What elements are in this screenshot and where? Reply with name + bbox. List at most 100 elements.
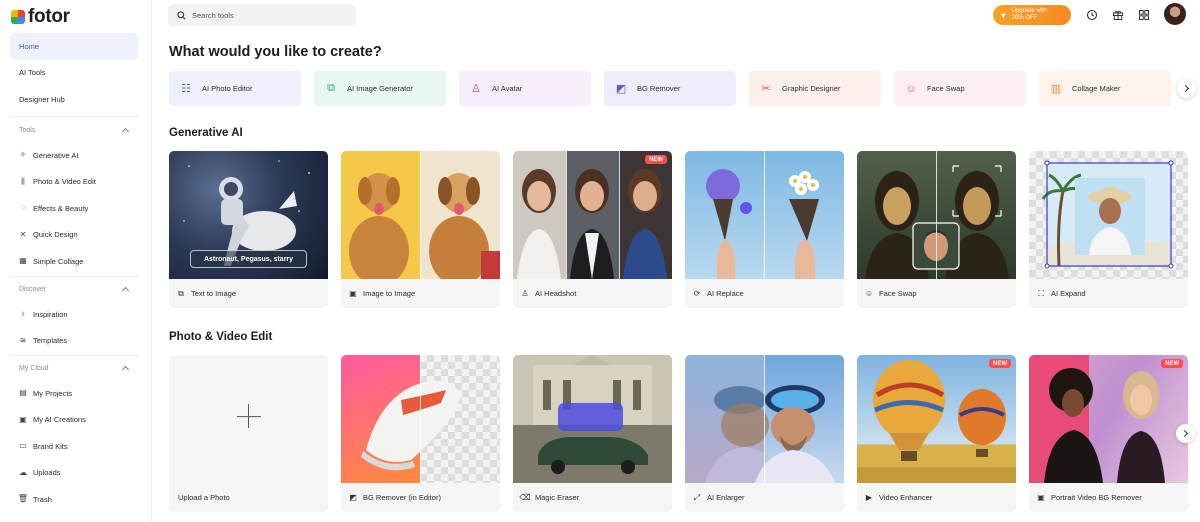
card-label: ◩ BG Remover (in Editor): [341, 483, 500, 512]
sidebar-item-label: My Projects: [33, 388, 73, 398]
avatar[interactable]: [1164, 3, 1186, 25]
sidebar-item-uploads[interactable]: ☁ Uploads: [10, 460, 138, 487]
collage-icon: ▥: [1050, 83, 1062, 95]
thumbnail-expand: [1029, 151, 1188, 279]
card-label-text: AI Enlarger: [707, 493, 745, 502]
upgrade-line-2: 20% OFF: [1011, 15, 1038, 21]
new-badge: NEW: [1161, 359, 1183, 368]
card-text-to-image[interactable]: Astronaut, Pegasus, starry ⧉ Text to Imag…: [169, 151, 328, 308]
card-label: ▣ Portrait Video BG Remover: [1029, 483, 1188, 512]
split-line: [619, 151, 620, 279]
card-ai-expand[interactable]: ⛶ AI Expand: [1029, 151, 1188, 308]
card-bg-remover-editor[interactable]: ◩ BG Remover (in Editor): [341, 355, 500, 512]
card-label-text: Text to Image: [191, 289, 237, 298]
split-line: [936, 151, 937, 279]
sidebar: fotor Home AI Tools Designer Hub Tools ✧…: [0, 0, 152, 522]
chevron-up-icon: [121, 286, 130, 295]
upgrade-button[interactable]: ♥ Upgrade with 20% OFF: [993, 5, 1071, 25]
fotor-logo[interactable]: fotor: [11, 6, 70, 28]
card-label-text: Magic Eraser: [535, 493, 580, 502]
card-video-enhancer[interactable]: NEW ▶ Video Enhancer: [857, 355, 1016, 512]
card-label-text: Upload a Photo: [178, 493, 230, 502]
sidebar-item-label: Photo & Video Edit: [33, 177, 96, 187]
search-input[interactable]: [192, 10, 342, 20]
card-label-text: Face Swap: [879, 289, 917, 298]
trash-icon: 🗑: [17, 494, 29, 504]
sidebar-item-trash[interactable]: 🗑 Trash: [10, 486, 138, 513]
face-swap-icon: ☺: [864, 289, 874, 298]
sidebar-item-my-ai-creations[interactable]: ▣ My AI Creations: [10, 407, 138, 434]
tools-next-arrow[interactable]: [1177, 79, 1196, 98]
nav-item-designer-hub[interactable]: Designer Hub: [10, 86, 138, 113]
upgrade-line-1: Upgrade with: [1011, 8, 1048, 14]
layers-icon: ≋: [19, 335, 27, 345]
logo-mark-icon: [11, 10, 25, 24]
history-icon[interactable]: [1085, 8, 1098, 21]
upgrade-text: Upgrade with 20% OFF: [1012, 8, 1047, 22]
card-label: ☺ Face Swap: [857, 279, 1016, 308]
upload-area: [169, 355, 328, 483]
apps-grid-icon[interactable]: [1137, 8, 1150, 21]
sidebar-item-my-projects[interactable]: ▤ My Projects: [10, 380, 138, 407]
card-ai-headshot[interactable]: NEW ♙ AI Headshot: [513, 151, 672, 308]
tool-ai-image-generator[interactable]: ⧉ AI Image Generator: [314, 71, 446, 106]
cloud-section-header[interactable]: My Cloud: [10, 356, 138, 380]
sidebar-item-quick-design[interactable]: ✕ Quick Design: [10, 222, 138, 249]
thumbnail-ice-cream: [685, 151, 844, 279]
thumbnail-mona-lisa: [857, 151, 1016, 279]
tools-section-header[interactable]: Tools: [10, 118, 138, 142]
card-upload-photo[interactable]: Upload a Photo: [169, 355, 328, 512]
sidebar-item-effects-beauty[interactable]: ◌ Effects & Beauty: [10, 195, 138, 222]
chevron-right-icon: [1180, 429, 1189, 438]
sidebar-item-photo-video-edit[interactable]: ⫼ Photo & Video Edit: [10, 169, 138, 196]
card-portrait-video-bg-remover[interactable]: NEW ▣ Portrait Video BG Remover: [1029, 355, 1188, 512]
discover-section-header[interactable]: Discover: [10, 277, 138, 301]
image-generator-icon: ⧉: [327, 82, 335, 94]
sidebar-item-brand-kits[interactable]: ▭ Brand Kits: [10, 433, 138, 460]
photo-cards: Upload a Photo ◩ BG Remover (in Editor): [169, 355, 1188, 512]
portrait-video-icon: ▣: [1037, 493, 1045, 502]
card-label: ⟳ AI Replace: [685, 279, 844, 308]
thumbnail-headshots: NEW: [513, 151, 672, 279]
tool-graphic-designer[interactable]: ✂ Graphic Designer: [749, 71, 881, 106]
card-label: ⌫ Magic Eraser: [513, 483, 672, 512]
sidebar-item-generative-ai[interactable]: ✧ Generative AI: [10, 142, 138, 169]
sidebar-item-inspiration[interactable]: ♁ Inspiration: [10, 301, 138, 328]
card-label-text: AI Headshot: [535, 289, 577, 298]
design-icon: ✕: [19, 229, 27, 239]
card-label: ⤢ AI Enlarger: [685, 483, 844, 512]
section-title-generative-ai: Generative AI: [169, 127, 243, 139]
tool-collage-maker[interactable]: ▥ Collage Maker: [1039, 71, 1171, 106]
card-ai-enlarger[interactable]: ⤢ AI Enlarger: [685, 355, 844, 512]
nav-item-home[interactable]: Home: [10, 33, 138, 60]
photo-next-arrow[interactable]: [1176, 424, 1195, 443]
card-label-text: AI Expand: [1051, 289, 1086, 298]
gift-icon[interactable]: [1111, 8, 1124, 21]
card-ai-replace[interactable]: ⟳ AI Replace: [685, 151, 844, 308]
sidebar-item-templates[interactable]: ≋ Templates: [10, 328, 138, 355]
tool-ai-photo-editor[interactable]: ☷ AI Photo Editor: [169, 71, 301, 106]
nav-item-ai-tools[interactable]: AI Tools: [10, 60, 138, 87]
tool-face-swap[interactable]: ☺ Face Swap: [894, 71, 1026, 106]
thumbnail-sneaker: [341, 355, 500, 483]
card-face-swap[interactable]: ☺ Face Swap: [857, 151, 1016, 308]
tools-section-title: Tools: [19, 126, 36, 134]
search-box[interactable]: [168, 4, 356, 26]
new-badge: NEW: [989, 359, 1011, 368]
page-title: What would you like to create?: [169, 44, 382, 60]
tool-bg-remover[interactable]: ◩ BG Remover: [604, 71, 736, 106]
card-image-to-image[interactable]: ▣ Image to Image: [341, 151, 500, 308]
bg-remover-icon: ◩: [615, 83, 627, 95]
logo-text: fotor: [28, 6, 70, 27]
brand-kit-icon: ▭: [19, 441, 27, 451]
graphic-design-icon: ✂: [761, 83, 771, 95]
card-magic-eraser[interactable]: ⌫ Magic Eraser: [513, 355, 672, 512]
split-line: [566, 151, 567, 279]
sidebar-item-simple-collage[interactable]: ▦ Simple Collage: [10, 248, 138, 275]
sidebar-item-label: Generative AI: [33, 150, 79, 160]
thumbnail-astronaut: Astronaut, Pegasus, starry: [169, 151, 328, 279]
sidebar-item-label: Templates: [33, 336, 68, 346]
chevron-up-icon: [121, 365, 130, 374]
tool-ai-avatar[interactable]: ♙ AI Avatar: [459, 71, 591, 106]
sidebar-item-label: Trash: [33, 494, 52, 504]
